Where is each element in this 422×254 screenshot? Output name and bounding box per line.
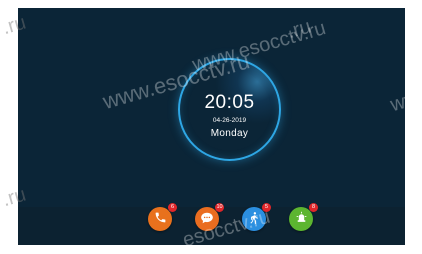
message-button[interactable]: 10 <box>195 203 224 231</box>
alarm-light-icon <box>295 211 308 227</box>
motion-button[interactable]: 5 <box>242 203 271 231</box>
clock-day: Monday <box>210 128 249 139</box>
clock-time: 20:05 <box>204 92 255 113</box>
phone-icon <box>154 211 167 227</box>
walking-person-icon <box>247 211 261 228</box>
motion-badge: 5 <box>262 203 271 212</box>
alarm-button[interactable]: 8 <box>289 203 318 231</box>
message-icon <box>200 211 214 228</box>
call-button[interactable]: 6 <box>148 203 177 231</box>
message-badge: 10 <box>215 203 224 212</box>
clock-date: 04-26-2019 <box>212 117 247 124</box>
clock-widget: 20:05 04-26-2019 Monday <box>178 58 281 161</box>
alarm-badge: 8 <box>309 203 318 212</box>
call-badge: 6 <box>168 203 177 212</box>
